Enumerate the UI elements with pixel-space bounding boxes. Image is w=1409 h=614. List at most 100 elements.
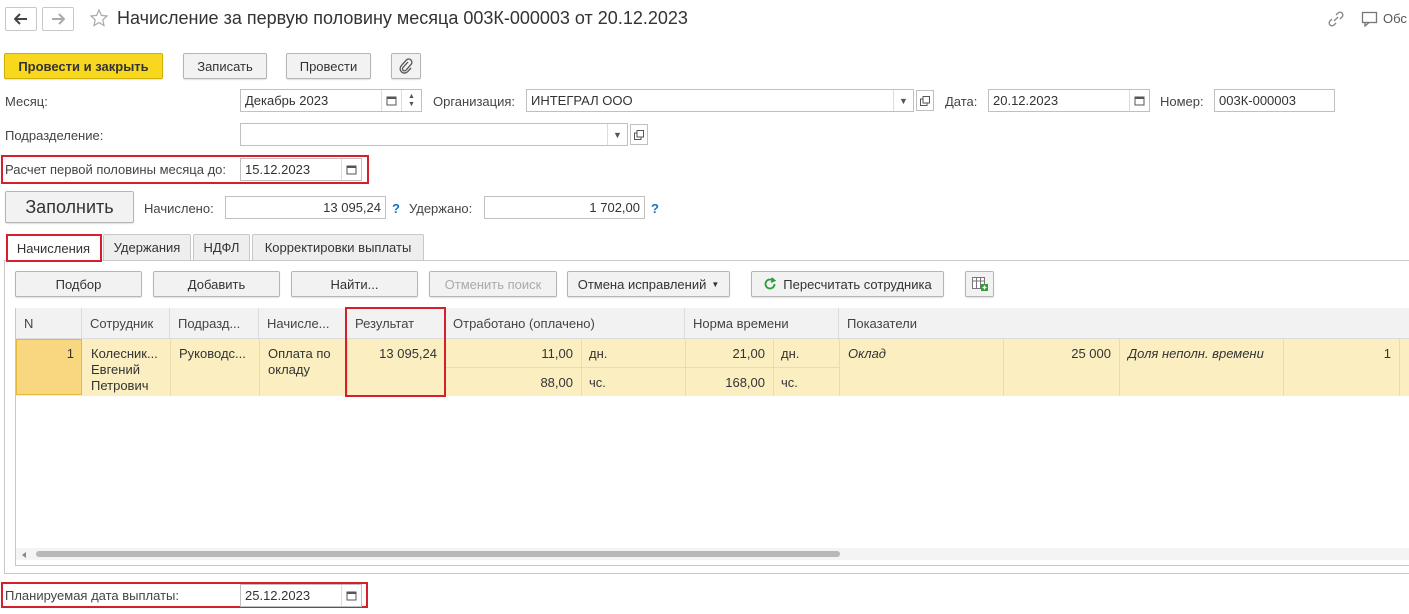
row-norm-days-unit: дн. [781, 346, 800, 361]
tab-payment-corrections[interactable]: Корректировки выплаты [252, 234, 424, 260]
row-worked-days: 11,00 [541, 346, 573, 361]
table-settings-button[interactable] [965, 271, 994, 297]
accrued-label: Начислено: [144, 201, 214, 216]
attach-button[interactable] [391, 53, 421, 79]
cancel-search-button[interactable]: Отменить поиск [429, 271, 557, 297]
col-accrual-header[interactable]: Начисле... [259, 308, 347, 339]
row-divider [839, 339, 840, 396]
org-value: ИНТЕГРАЛ ООО [531, 93, 633, 108]
row-divider [259, 339, 260, 396]
select-button[interactable]: Подбор [15, 271, 142, 297]
scrollbar-thumb[interactable] [36, 551, 840, 557]
withheld-field: 1 702,00 [484, 196, 645, 219]
row-norm-hours-unit: чс. [781, 375, 798, 390]
row-norm-hours: 168,00 [725, 375, 765, 390]
result-column-callout [345, 307, 446, 397]
row-worked-days-unit: дн. [589, 346, 608, 361]
pay-date-label: Планируемая дата выплаты: [5, 588, 179, 603]
row-accrual-line2: окладу [268, 362, 310, 377]
row-n: 1 [66, 346, 74, 361]
accrued-help-icon[interactable]: ? [392, 201, 400, 216]
favorite-star-icon[interactable] [89, 8, 109, 31]
number-value: 003К-000003 [1219, 93, 1296, 108]
date-label: Дата: [945, 94, 978, 109]
tab-ndfl[interactable]: НДФЛ [193, 234, 250, 260]
post-and-close-button[interactable]: Провести и закрыть [4, 53, 163, 79]
col-employee-header[interactable]: Сотрудник [82, 308, 170, 339]
comment-icon[interactable] [1361, 11, 1379, 30]
arrow-right-icon [52, 13, 65, 25]
row-worked-hours: 88,00 [540, 375, 573, 390]
tab-strip-line [4, 260, 1409, 261]
col-worked-header[interactable]: Отработано (оплачено) [445, 308, 685, 339]
org-field[interactable]: ИНТЕГРАЛ ООО ▼ [526, 89, 914, 112]
calendar-icon[interactable] [341, 159, 361, 180]
post-button[interactable]: Провести [286, 53, 371, 79]
open-dept-button[interactable] [630, 124, 648, 145]
paperclip-icon [399, 58, 413, 74]
arrow-left-icon [14, 13, 27, 25]
col-norm-header[interactable]: Норма времени [685, 308, 839, 339]
row-accrual-line1: Оплата по [268, 346, 331, 361]
row-dept: Руководс... [179, 346, 246, 361]
row-employee-line2: Евгений [91, 362, 140, 377]
col-dept-header[interactable]: Подразд... [170, 308, 259, 339]
accrued-value: 13 095,24 [323, 200, 381, 215]
horizontal-scrollbar[interactable] [16, 548, 1409, 560]
discussion-link[interactable]: Обс [1383, 11, 1407, 26]
row-worked-hours-unit: чс. [589, 375, 606, 390]
row-norm-days: 21,00 [732, 346, 765, 361]
calendar-icon[interactable] [381, 90, 401, 111]
number-field[interactable]: 003К-000003 [1214, 89, 1335, 112]
withheld-label: Удержано: [409, 201, 473, 216]
back-button[interactable] [5, 7, 37, 31]
open-org-button[interactable] [916, 90, 934, 111]
month-field[interactable]: Декабрь 2023 ▲ ▼ [240, 89, 422, 112]
panel-frame-bottom [4, 573, 1409, 574]
withheld-value: 1 702,00 [589, 200, 640, 215]
pay-date-field[interactable]: 25.12.2023 [240, 584, 362, 607]
date-field[interactable]: 20.12.2023 [988, 89, 1150, 112]
date-value: 20.12.2023 [993, 93, 1059, 108]
cancel-corrections-label: Отмена исправлений [577, 276, 707, 292]
withheld-help-icon[interactable]: ? [651, 201, 659, 216]
row-indicator2-name: Доля неполн. времени [1128, 346, 1264, 361]
org-label: Организация: [433, 94, 516, 109]
number-label: Номер: [1160, 94, 1204, 109]
cancel-corrections-button[interactable]: Отмена исправлений ▼ [567, 271, 730, 297]
recalc-employee-button[interactable]: Пересчитать сотрудника [751, 271, 944, 297]
calendar-icon[interactable] [341, 585, 361, 606]
dropdown-arrow-icon: ▼ [711, 279, 720, 289]
row-subdivider [445, 367, 839, 368]
col-indicators-header[interactable]: Показатели [839, 308, 1409, 339]
dept-field[interactable]: ▼ [240, 123, 628, 146]
col-n-header[interactable]: N [16, 308, 82, 339]
page-title: Начисление за первую половину месяца 003… [117, 8, 688, 28]
calendar-icon[interactable] [1129, 90, 1149, 111]
open-icon [920, 95, 930, 106]
calc-until-field[interactable]: 15.12.2023 [240, 158, 362, 181]
find-button[interactable]: Найти... [291, 271, 418, 297]
save-button[interactable]: Записать [183, 53, 267, 79]
tab-deductions[interactable]: Удержания [103, 234, 191, 260]
forward-button[interactable] [42, 7, 74, 31]
chevron-down-icon[interactable]: ▼ [607, 124, 627, 145]
fill-button[interactable]: Заполнить [5, 191, 134, 223]
row-indicator1-value: 25 000 [1071, 346, 1111, 361]
add-button[interactable]: Добавить [153, 271, 280, 297]
row-employee-line3: Петрович [91, 378, 149, 393]
row-indicator1-name: Оклад [848, 346, 886, 361]
month-stepper-icon[interactable]: ▲ ▼ [401, 90, 421, 111]
month-value: Декабрь 2023 [245, 93, 329, 108]
month-label: Месяц: [5, 94, 48, 109]
table-add-icon [971, 277, 988, 291]
row-divider [1399, 339, 1400, 396]
scroll-left-icon[interactable] [22, 552, 26, 558]
chevron-down-icon[interactable]: ▼ [893, 90, 913, 111]
row-divider [170, 339, 171, 396]
calc-until-label: Расчет первой половины месяца до: [5, 162, 226, 177]
link-icon[interactable] [1327, 10, 1345, 31]
accrued-field: 13 095,24 [225, 196, 386, 219]
recalc-employee-label: Пересчитать сотрудника [783, 276, 932, 292]
row-indicator2-value: 1 [1383, 346, 1391, 361]
